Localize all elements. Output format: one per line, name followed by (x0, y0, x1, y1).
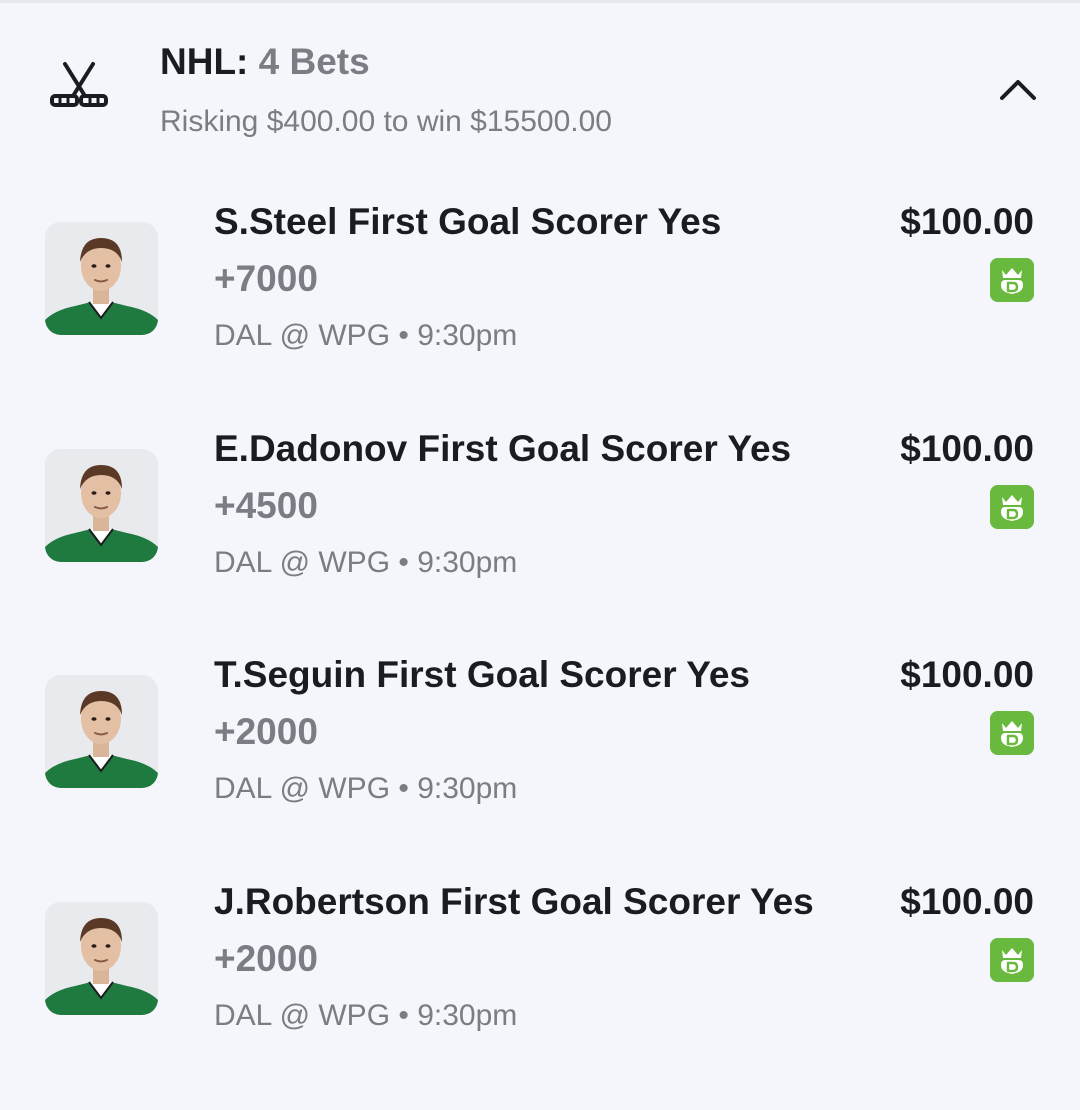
league-name: NHL: (160, 41, 249, 82)
player-avatar (45, 675, 158, 788)
game-matchup: DAL @ WPG • 9:30pm (214, 319, 518, 352)
game-matchup: DAL @ WPG • 9:30pm (214, 546, 518, 579)
bet-selection: T.Seguin First Goal Scorer Yes (214, 654, 751, 695)
bet-odds: +2000 (214, 938, 318, 979)
risk-summary: Risking $400.00 to win $15500.00 (160, 105, 612, 138)
bet-count: 4 Bets (258, 41, 370, 82)
bet-odds: +4500 (214, 485, 318, 526)
bet-stake: $100.00 (900, 881, 1034, 922)
draftkings-crown-icon (990, 711, 1034, 755)
bet-odds: +2000 (214, 711, 318, 752)
hockey-sticks-icon (48, 60, 110, 112)
bet-stake: $100.00 (900, 428, 1034, 469)
game-matchup: DAL @ WPG • 9:30pm (214, 772, 518, 805)
league-group-header[interactable]: NHL: 4 Bets Risking $400.00 to win $1550… (0, 0, 1080, 160)
bet-stake: $100.00 (900, 201, 1034, 242)
bet-selection: S.Steel First Goal Scorer Yes (214, 201, 722, 242)
draftkings-crown-icon (990, 938, 1034, 982)
bet-selection: E.Dadonov First Goal Scorer Yes (214, 428, 792, 469)
bet-row[interactable]: J.Robertson First Goal Scorer Yes +2000 … (0, 874, 1080, 1074)
chevron-up-icon[interactable] (994, 70, 1042, 110)
bet-row[interactable]: T.Seguin First Goal Scorer Yes +2000 DAL… (0, 647, 1080, 847)
player-avatar (45, 222, 158, 335)
bet-odds: +7000 (214, 258, 318, 299)
game-matchup: DAL @ WPG • 9:30pm (214, 999, 518, 1032)
player-avatar (45, 902, 158, 1015)
bet-row[interactable]: S.Steel First Goal Scorer Yes +7000 DAL … (0, 194, 1080, 394)
bet-row[interactable]: E.Dadonov First Goal Scorer Yes +4500 DA… (0, 421, 1080, 621)
league-title: NHL: 4 Bets (160, 40, 370, 84)
player-avatar (45, 449, 158, 562)
bet-stake: $100.00 (900, 654, 1034, 695)
draftkings-crown-icon (990, 258, 1034, 302)
bet-selection: J.Robertson First Goal Scorer Yes (214, 881, 814, 922)
bet-list: S.Steel First Goal Scorer Yes +7000 DAL … (0, 0, 1080, 1110)
draftkings-crown-icon (990, 485, 1034, 529)
